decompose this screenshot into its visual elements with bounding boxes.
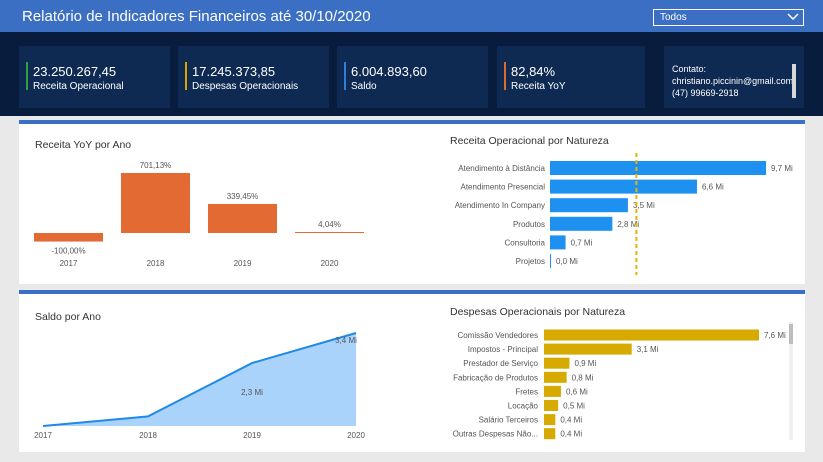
category-label: Atendimento Presencial bbox=[461, 183, 546, 192]
bar-0 bbox=[544, 329, 759, 341]
kpi-card: 82,84% Receita YoY bbox=[497, 46, 645, 108]
kpi-accent bbox=[26, 62, 28, 90]
bar-3 bbox=[550, 216, 613, 231]
data-label: 0,9 Mi bbox=[574, 359, 596, 368]
bar-2019 bbox=[208, 203, 277, 233]
receita-natureza-chart: Atendimento à Distância 9,7 Mi Atendimento… bbox=[455, 153, 793, 275]
category-label: Salário Terceiros bbox=[479, 416, 538, 425]
bar-1 bbox=[550, 179, 697, 194]
category-label: Outras Despesas Não... bbox=[453, 430, 538, 439]
contact-email[interactable]: christiano.piccinin@gmail.com bbox=[672, 76, 793, 86]
data-label: 0,4 Mi bbox=[560, 430, 582, 439]
bar-0 bbox=[550, 161, 766, 175]
category-label: Consultoria bbox=[505, 238, 546, 247]
data-label: 0,0 Mi bbox=[556, 257, 578, 266]
kpi-accent bbox=[185, 62, 187, 90]
filter-value: Todos bbox=[660, 12, 687, 23]
data-label: 3,4 Mi bbox=[335, 336, 357, 345]
data-label: 0,7 Mi bbox=[571, 238, 593, 247]
data-label: 339,45% bbox=[227, 192, 259, 201]
kpi-label: Receita Operacional bbox=[33, 81, 124, 92]
kpi-value: 17.245.373,85 bbox=[192, 64, 276, 79]
scrollbar[interactable] bbox=[792, 64, 796, 98]
category-label: Projetos bbox=[516, 257, 545, 266]
data-label: 7,6 Mi bbox=[764, 331, 786, 340]
category-label: Fabricação de Produtos bbox=[453, 373, 538, 382]
filter-dropdown[interactable]: Todos bbox=[653, 9, 804, 26]
data-label: 6,6 Mi bbox=[702, 183, 724, 192]
header-bar: Relatório de Indicadores Financeiros até… bbox=[0, 0, 823, 32]
data-label: 3,1 Mi bbox=[637, 345, 659, 354]
dashboard: Relatório de Indicadores Financeiros até… bbox=[0, 0, 823, 462]
bar-2 bbox=[550, 198, 628, 213]
category-label: Prestador de Serviço bbox=[463, 359, 538, 368]
x-tick-label: 2020 bbox=[347, 431, 365, 440]
kpi-value: 82,84% bbox=[511, 64, 556, 79]
category-label: Comissão Vendedores bbox=[458, 331, 539, 340]
contact-card: Contato: christiano.piccinin@gmail.com (… bbox=[664, 46, 804, 108]
data-label: -100,00% bbox=[51, 247, 85, 256]
contact-phone: (47) 99669-2918 bbox=[672, 88, 739, 98]
bar-7 bbox=[544, 428, 556, 440]
x-tick-label: 2017 bbox=[34, 431, 52, 440]
bar-4 bbox=[544, 385, 561, 397]
bar-2018 bbox=[121, 173, 190, 233]
scrollbar-thumb[interactable] bbox=[789, 324, 793, 344]
data-label: 2,3 Mi bbox=[241, 388, 263, 397]
yoy-bar-chart: -100,00% 2017 701,13% 2018 339,45% 2019 4,04% 2… bbox=[34, 161, 364, 268]
kpi-label: Despesas Operacionais bbox=[192, 81, 299, 92]
data-label: 701,13% bbox=[140, 161, 172, 170]
top-panel-accent bbox=[19, 120, 805, 124]
kpi-card: 23.250.267,45 Receita Operacional bbox=[19, 46, 170, 108]
kpi-label: Receita YoY bbox=[511, 81, 566, 92]
bar-6 bbox=[544, 414, 556, 426]
category-label: Locação bbox=[508, 402, 539, 411]
chevron-down-icon bbox=[787, 13, 799, 21]
kpi-accent bbox=[504, 62, 506, 90]
data-label: 0,8 Mi bbox=[572, 373, 594, 382]
saldo-area-chart: 2017 2018 2,3 Mi 2019 3,4 Mi 2020 bbox=[34, 332, 365, 440]
category-label: Impostos - Principal bbox=[468, 345, 538, 354]
x-tick-label: 2018 bbox=[147, 259, 165, 268]
x-tick-label: 2017 bbox=[60, 259, 78, 268]
bar-5 bbox=[544, 400, 559, 411]
contact-title: Contato: bbox=[672, 64, 707, 74]
x-tick-label: 2019 bbox=[243, 431, 261, 440]
data-label: 0,4 Mi bbox=[560, 416, 582, 425]
data-label: 0,5 Mi bbox=[563, 402, 585, 411]
bar-2 bbox=[544, 357, 570, 369]
kpi-card: 17.245.373,85 Despesas Operacionais bbox=[178, 46, 329, 108]
despesas-natureza-chart: Comissão Vendedores 7,6 Mi Impostos - Prin… bbox=[453, 322, 793, 440]
data-label: 9,7 Mi bbox=[771, 164, 793, 173]
bar-1 bbox=[544, 343, 632, 355]
kpi-accent bbox=[344, 62, 346, 90]
category-label: Fretes bbox=[515, 387, 538, 396]
x-tick-label: 2018 bbox=[139, 431, 157, 440]
page-title: Relatório de Indicadores Financeiros até… bbox=[22, 8, 371, 25]
category-label: Produtos bbox=[513, 220, 545, 229]
chart4-title: Despesas Operacionais por Natureza bbox=[450, 306, 626, 318]
category-label: Atendimento à Distância bbox=[458, 164, 545, 173]
data-label: 0,6 Mi bbox=[566, 387, 588, 396]
kpi-card: 6.004.893,60 Saldo bbox=[337, 46, 488, 108]
kpi-value: 6.004.893,60 bbox=[351, 64, 427, 79]
bar-5 bbox=[550, 254, 551, 268]
x-tick-label: 2020 bbox=[321, 259, 339, 268]
bottom-panel-accent bbox=[19, 290, 805, 294]
chart2-title: Receita Operacional por Natureza bbox=[450, 135, 609, 147]
category-label: Atendimento In Company bbox=[455, 201, 545, 210]
bar-3 bbox=[544, 371, 567, 383]
bar-4 bbox=[550, 235, 566, 250]
bar-2017 bbox=[34, 233, 103, 242]
data-label: 4,04% bbox=[318, 220, 341, 229]
bar-2020 bbox=[295, 232, 364, 233]
x-tick-label: 2019 bbox=[234, 259, 252, 268]
kpi-value: 23.250.267,45 bbox=[33, 64, 117, 79]
kpi-label: Saldo bbox=[351, 81, 377, 92]
